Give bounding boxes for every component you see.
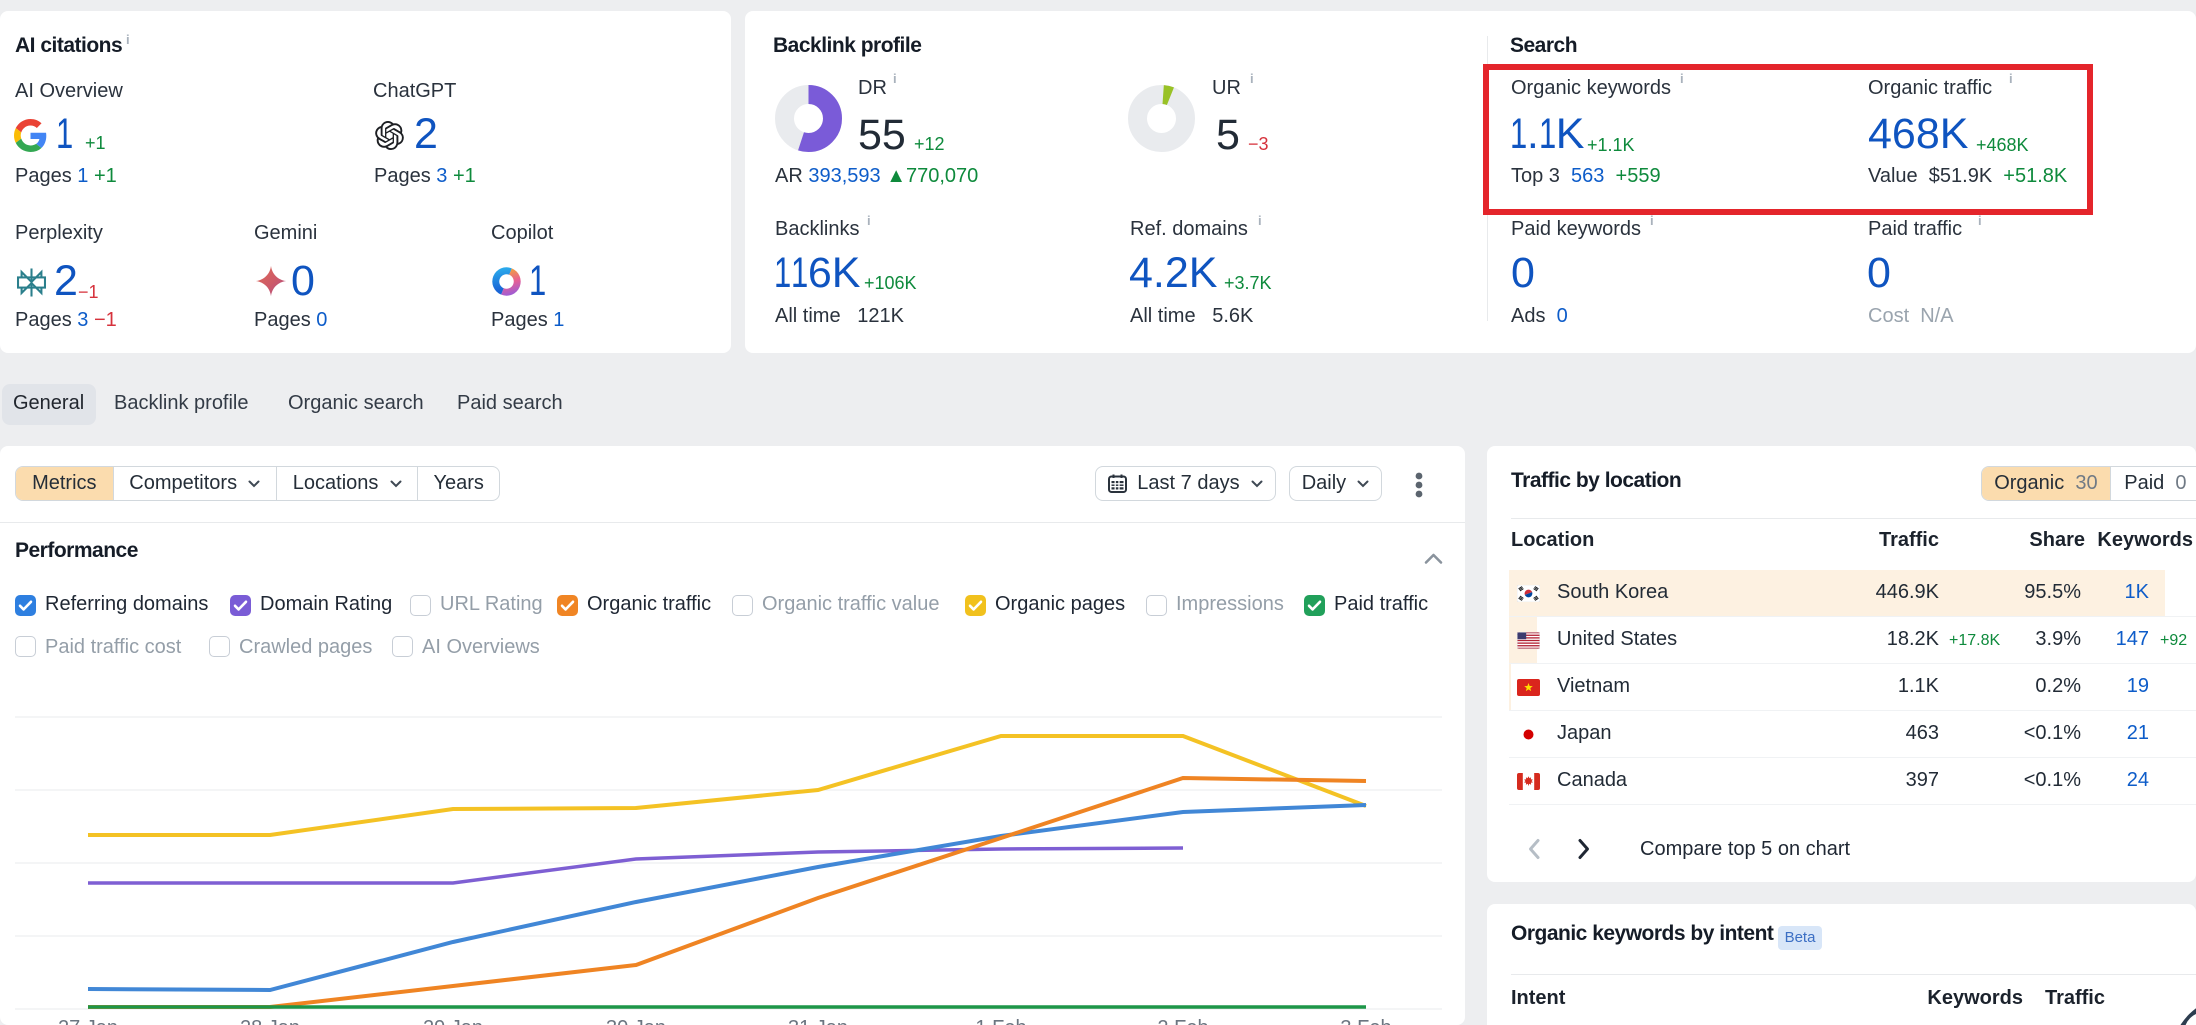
svg-text:30 Jan: 30 Jan	[606, 1017, 666, 1025]
svg-text:27 Jan: 27 Jan	[58, 1017, 118, 1025]
svg-text:2 Feb: 2 Feb	[1157, 1017, 1208, 1025]
svg-text:29 Jan: 29 Jan	[423, 1017, 483, 1025]
svg-text:31 Jan: 31 Jan	[788, 1017, 848, 1025]
svg-text:1 Feb: 1 Feb	[975, 1017, 1026, 1025]
svg-text:28 Jan: 28 Jan	[240, 1017, 300, 1025]
svg-text:3 Feb: 3 Feb	[1340, 1017, 1391, 1025]
